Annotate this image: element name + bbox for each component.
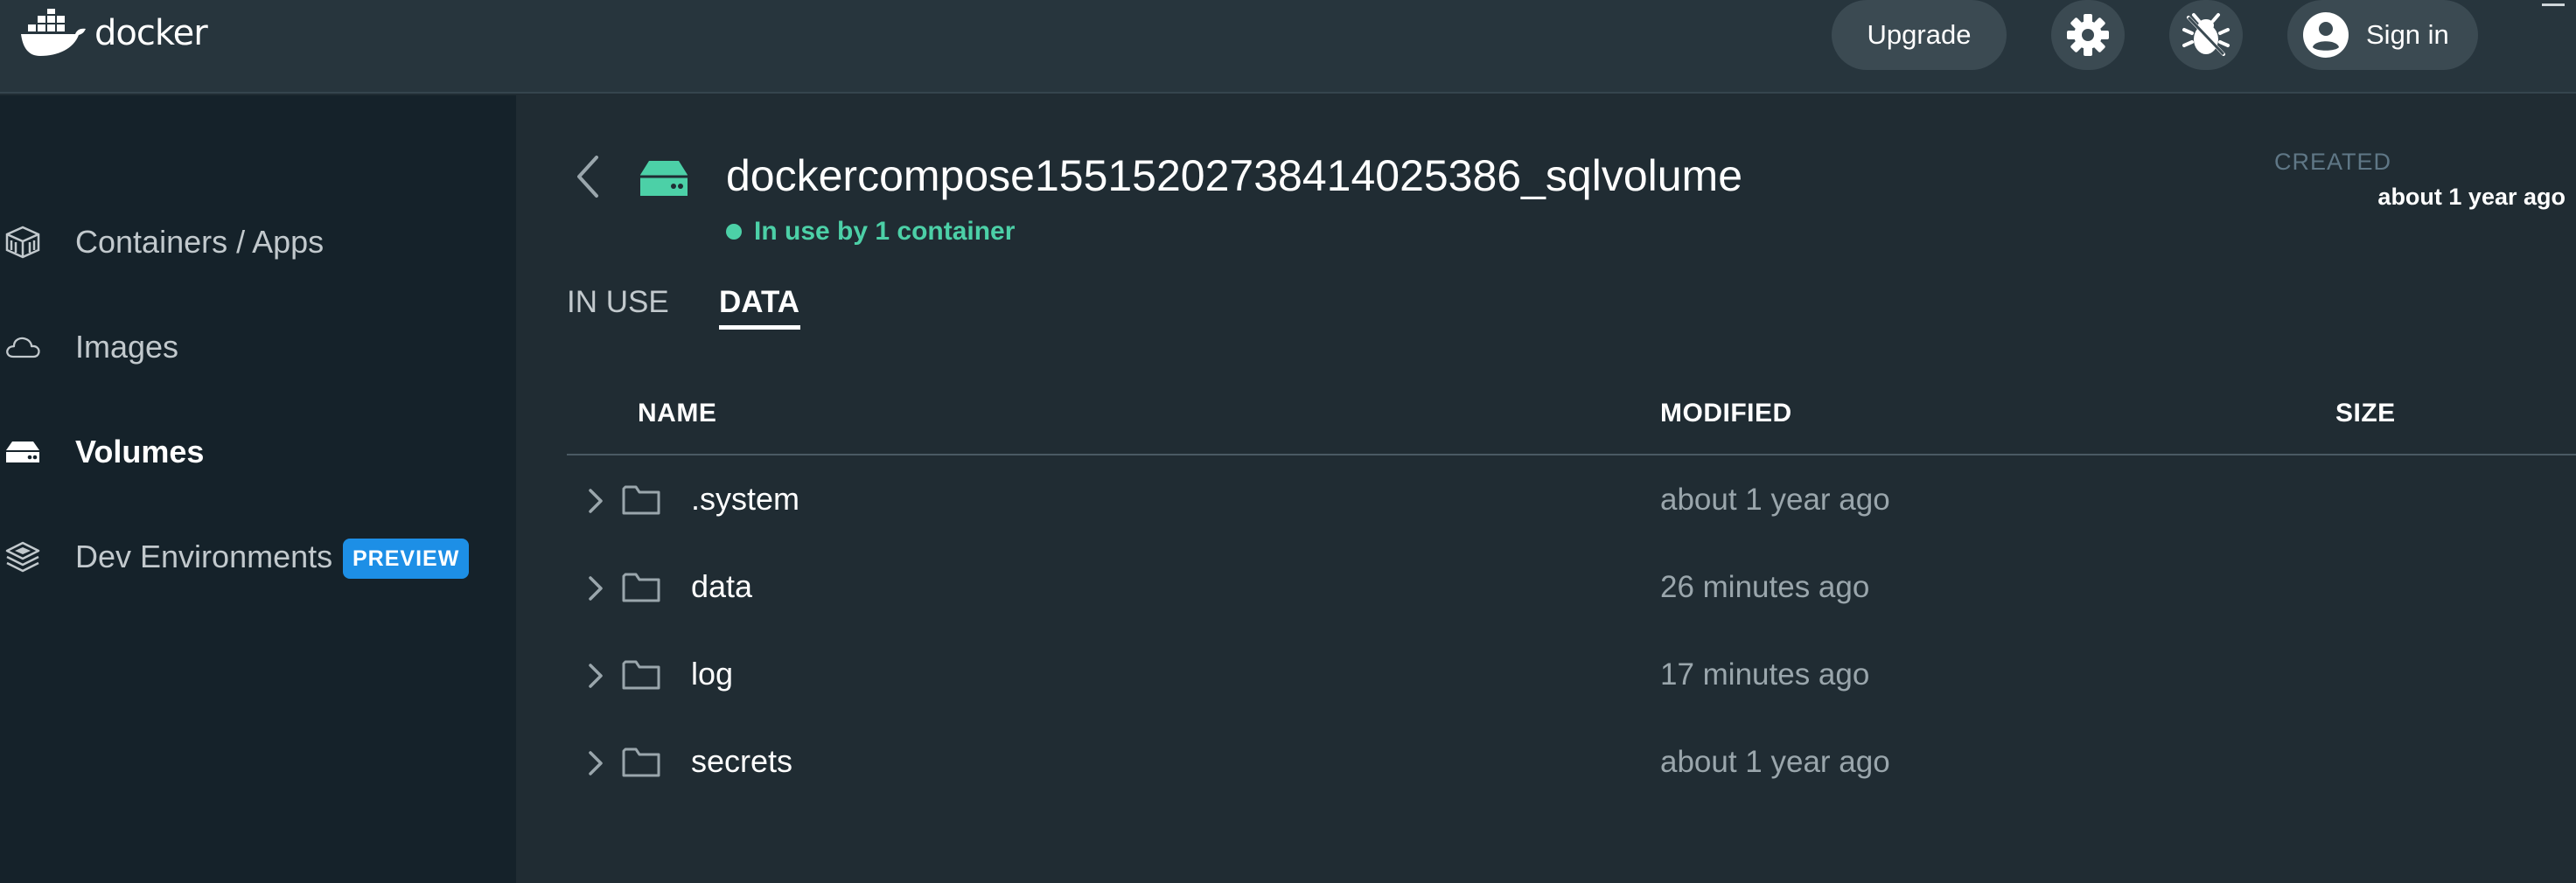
tab-data[interactable]: DATA — [719, 285, 799, 320]
status-dot-icon — [726, 224, 742, 240]
chevron-right-icon[interactable] — [584, 658, 607, 693]
volume-name: dockercompose15515202738414025386_sqlvol… — [726, 151, 1743, 200]
sidebar-item-containers[interactable]: Containers / Apps — [0, 207, 516, 277]
table-header-divider — [567, 454, 2576, 455]
dev-env-icon — [3, 538, 42, 576]
file-modified: about 1 year ago — [1660, 483, 1890, 517]
sidebar-item-label: Dev Environments — [75, 539, 333, 574]
docker-whale-icon — [21, 9, 86, 56]
docker-wordmark: docker — [94, 13, 208, 53]
table-row[interactable]: data 26 minutes ago — [567, 545, 2576, 632]
table-row[interactable]: .system about 1 year ago — [567, 457, 2576, 545]
table-row[interactable]: secrets about 1 year ago — [567, 720, 2576, 807]
active-tab-indicator — [719, 325, 800, 330]
account-icon — [2303, 12, 2349, 58]
sidebar-item-label: Images — [75, 329, 179, 365]
chevron-right-icon[interactable] — [584, 483, 607, 518]
file-modified: about 1 year ago — [1660, 745, 1890, 779]
chevron-right-icon[interactable] — [584, 571, 607, 606]
file-name: .system — [691, 481, 800, 517]
sidebar-item-label: Volumes — [75, 434, 205, 469]
bug-icon — [2182, 13, 2230, 56]
tab-in-use[interactable]: IN USE — [567, 285, 669, 320]
file-name: secrets — [691, 743, 793, 779]
file-name: log — [691, 656, 734, 692]
top-bar: docker Upgrade Sign in — [0, 0, 2576, 94]
folder-icon — [622, 747, 660, 777]
docker-logo: docker — [19, 7, 208, 59]
volume-status: In use by 1 container — [726, 217, 1015, 247]
volume-header-icon — [635, 157, 693, 204]
cloud-icon — [3, 328, 42, 366]
column-header-name[interactable]: NAME — [638, 399, 716, 428]
column-header-size[interactable]: SIZE — [2335, 399, 2396, 428]
docker-desktop-window: docker Upgrade Sign in Containers / Apps… — [0, 0, 2576, 883]
upgrade-button[interactable]: Upgrade — [1832, 0, 2007, 70]
folder-icon — [622, 485, 660, 515]
settings-button[interactable] — [2051, 0, 2125, 70]
table-row[interactable]: log 17 minutes ago — [567, 632, 2576, 720]
sidebar-item-images[interactable]: Images — [0, 312, 516, 382]
back-button[interactable] — [570, 152, 605, 201]
sidebar-item-label: Containers / Apps — [75, 224, 325, 260]
file-name: data — [691, 568, 753, 604]
file-modified: 17 minutes ago — [1660, 657, 1870, 692]
sidebar-item-dev-environments[interactable]: Dev Environments PREVIEW — [0, 522, 516, 592]
folder-icon — [622, 573, 660, 602]
troubleshoot-button[interactable] — [2169, 0, 2243, 70]
created-label: CREATED — [2273, 149, 2391, 175]
preview-badge: PREVIEW — [343, 539, 470, 579]
created-value: about 1 year ago — [2377, 184, 2566, 210]
volume-icon — [3, 433, 42, 471]
gear-icon — [2067, 14, 2109, 56]
sign-in-label: Sign in — [2366, 19, 2449, 50]
containers-icon — [3, 223, 42, 261]
chevron-left-icon — [577, 156, 598, 198]
chevron-right-icon[interactable] — [584, 746, 607, 781]
window-minimize-button[interactable] — [2542, 3, 2565, 6]
sidebar: Containers / Apps Images Volumes Dev Env… — [0, 95, 516, 883]
file-modified: 26 minutes ago — [1660, 570, 1870, 604]
volume-status-text: In use by 1 container — [754, 217, 1016, 246]
column-header-modified[interactable]: MODIFIED — [1660, 399, 1792, 428]
folder-icon — [622, 660, 660, 690]
sign-in-button[interactable]: Sign in — [2287, 0, 2478, 70]
sidebar-item-volumes[interactable]: Volumes — [0, 417, 516, 487]
